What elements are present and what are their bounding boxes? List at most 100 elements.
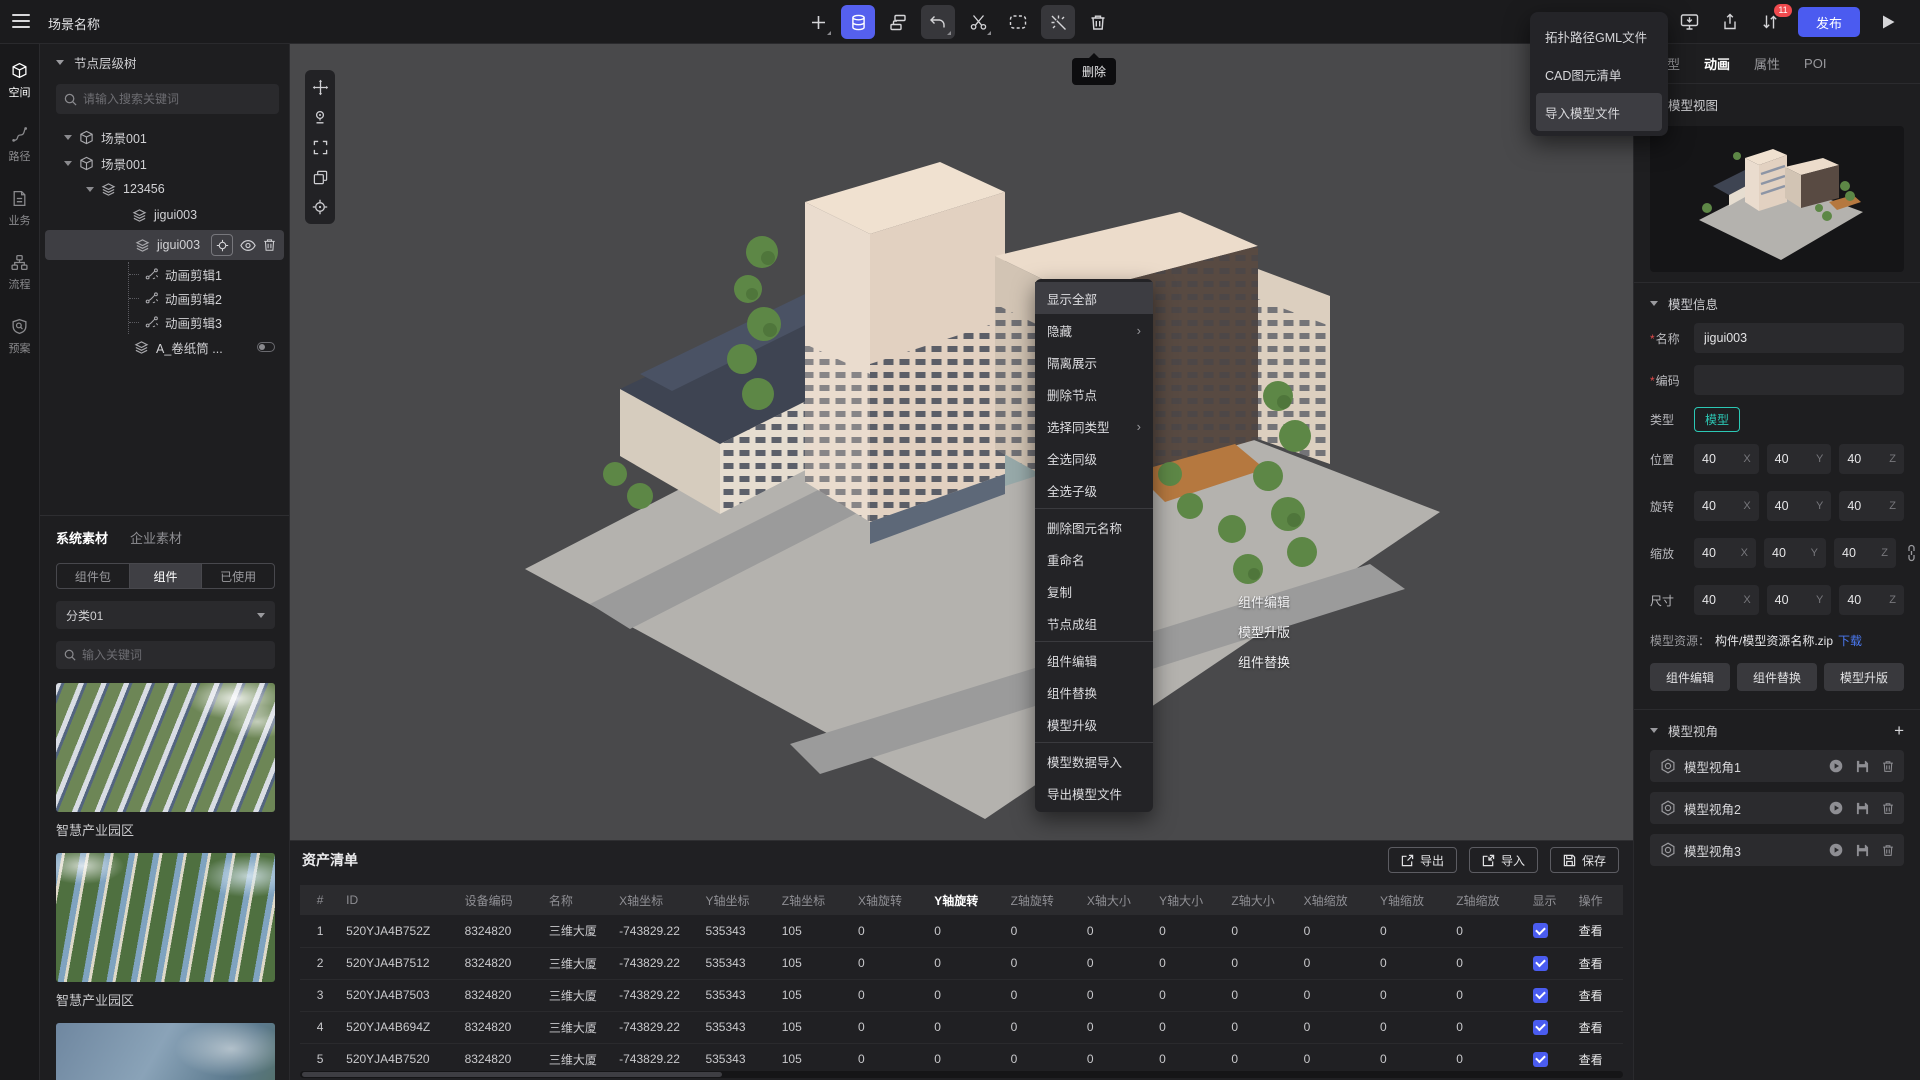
model-view-section-header[interactable]: 模型视图 xyxy=(1634,84,1920,124)
tree-node-model-selected[interactable]: jigui003 xyxy=(45,230,284,260)
play-view-icon[interactable] xyxy=(1829,843,1843,857)
tab-system-materials[interactable]: 系统素材 xyxy=(56,528,108,547)
size-x-input[interactable]: 40X xyxy=(1694,585,1759,615)
visibility-eye-icon[interactable] xyxy=(240,239,256,252)
visibility-checkbox[interactable] xyxy=(1533,923,1548,938)
add-button[interactable] xyxy=(801,5,835,39)
context-menu-item[interactable]: 重命名 xyxy=(1035,543,1153,575)
add-view-button[interactable]: + xyxy=(1894,722,1904,739)
position-z-input[interactable]: 40Z xyxy=(1839,444,1904,474)
tree-search-input[interactable] xyxy=(83,92,271,106)
position-y-input[interactable]: 40Y xyxy=(1767,444,1832,474)
play-view-icon[interactable] xyxy=(1829,759,1843,773)
size-y-input[interactable]: 40Y xyxy=(1767,585,1832,615)
duplicate-icon[interactable] xyxy=(308,165,332,189)
magic-wand-button[interactable] xyxy=(1041,5,1075,39)
export-button[interactable]: 导出 xyxy=(1388,847,1457,873)
segment-used[interactable]: 已使用 xyxy=(201,564,274,588)
import-button[interactable]: 导入 xyxy=(1469,847,1538,873)
context-menu-item[interactable]: 模型升级 xyxy=(1035,708,1153,740)
undo-button[interactable] xyxy=(921,5,955,39)
visibility-checkbox[interactable] xyxy=(1533,988,1548,1003)
tree-node-clip[interactable]: 动画剪辑2 xyxy=(129,286,289,310)
rotation-y-input[interactable]: 40Y xyxy=(1767,491,1832,521)
tree-node-model[interactable]: jigui003 xyxy=(40,202,289,228)
camera-focus-icon[interactable] xyxy=(308,105,332,129)
rotation-x-input[interactable]: 40X xyxy=(1694,491,1759,521)
overlay-component-replace[interactable]: 组件替换 xyxy=(1238,652,1290,671)
fullscreen-icon[interactable] xyxy=(308,135,332,159)
nav-item-plan[interactable]: 预案 xyxy=(9,318,31,356)
sync-transfer-icon[interactable]: 11 xyxy=(1758,10,1782,34)
locate-target-icon[interactable] xyxy=(308,195,332,219)
context-menu-item[interactable]: 删除图元名称 xyxy=(1035,511,1153,543)
tree-node-clip[interactable]: 动画剪辑1 xyxy=(129,262,289,286)
context-menu-item[interactable]: 删除节点 xyxy=(1035,378,1153,410)
share-export-icon[interactable] xyxy=(1718,10,1742,34)
position-x-input[interactable]: 40X xyxy=(1694,444,1759,474)
overlay-model-upgrade[interactable]: 模型升版 xyxy=(1238,622,1290,641)
tab-properties[interactable]: 属性 xyxy=(1754,54,1780,73)
expand-arrow-icon[interactable] xyxy=(64,161,72,166)
material-card[interactable]: 智慧产业园区 xyxy=(56,853,275,1009)
tree-node-clip[interactable]: 动画剪辑3 xyxy=(129,310,289,334)
delete-view-icon[interactable] xyxy=(1882,760,1894,773)
tree-header[interactable]: 节点层级树 xyxy=(40,44,289,80)
scrollbar-thumb[interactable] xyxy=(302,1072,722,1077)
move-tool-icon[interactable] xyxy=(308,75,332,99)
view-detail-link[interactable]: 查看 xyxy=(1579,1053,1603,1067)
nav-item-flow[interactable]: 流程 xyxy=(9,254,31,292)
delete-node-icon[interactable] xyxy=(263,238,276,252)
model-info-section-header[interactable]: 模型信息 xyxy=(1650,283,1904,323)
visibility-checkbox[interactable] xyxy=(1533,956,1548,971)
save-button[interactable]: 保存 xyxy=(1550,847,1619,873)
view-detail-link[interactable]: 查看 xyxy=(1579,957,1603,971)
download-link[interactable]: 下载 xyxy=(1838,632,1862,649)
rotation-z-input[interactable]: 40Z xyxy=(1839,491,1904,521)
locate-node-button[interactable] xyxy=(211,234,233,256)
tree-node-group[interactable]: 123456 xyxy=(40,176,289,202)
component-edit-button[interactable]: 组件编辑 xyxy=(1650,663,1730,691)
link-scale-icon[interactable] xyxy=(1906,544,1917,567)
context-menu-item[interactable]: 模型数据导入 xyxy=(1035,745,1153,777)
context-menu-item[interactable]: 导出模型文件 xyxy=(1035,777,1153,809)
delete-view-icon[interactable] xyxy=(1882,844,1894,857)
material-search[interactable] xyxy=(56,641,275,669)
model-upgrade-button[interactable]: 模型升版 xyxy=(1824,663,1904,691)
segment-component-pack[interactable]: 组件包 xyxy=(57,564,129,588)
overlay-component-edit[interactable]: 组件编辑 xyxy=(1238,592,1290,611)
screen-download-icon[interactable] xyxy=(1678,10,1702,34)
material-search-input[interactable] xyxy=(82,648,267,662)
scale-x-input[interactable]: 40X xyxy=(1694,538,1756,568)
nav-item-business[interactable]: 业务 xyxy=(9,190,31,228)
tab-animation[interactable]: 动画 xyxy=(1704,54,1730,73)
visibility-checkbox[interactable] xyxy=(1533,1020,1548,1035)
marquee-select-button[interactable] xyxy=(1001,5,1035,39)
delete-button[interactable] xyxy=(1081,5,1115,39)
context-menu-item[interactable]: 全选同级 xyxy=(1035,442,1153,474)
size-z-input[interactable]: 40Z xyxy=(1839,585,1904,615)
menu-item-gml[interactable]: 拓扑路径GML文件 xyxy=(1536,17,1662,55)
model-view-item[interactable]: 模型视角2 xyxy=(1650,792,1904,824)
code-input[interactable] xyxy=(1694,365,1904,395)
view-detail-link[interactable]: 查看 xyxy=(1579,924,1603,938)
node-toggle-switch[interactable] xyxy=(257,342,275,352)
expand-arrow-icon[interactable] xyxy=(86,187,94,192)
save-view-icon[interactable] xyxy=(1856,802,1869,815)
scale-y-input[interactable]: 40Y xyxy=(1764,538,1826,568)
tree-node-model[interactable]: A_卷纸筒 ... xyxy=(40,334,289,360)
menu-item-import-model[interactable]: 导入模型文件 xyxy=(1536,93,1662,131)
viewport-3d[interactable]: 组件编辑 模型升版 组件替换 显示全部隐藏›隔离展示删除节点选择同类型›全选同级… xyxy=(290,44,1633,840)
delete-view-icon[interactable] xyxy=(1882,802,1894,815)
context-menu-item[interactable]: 隐藏› xyxy=(1035,314,1153,346)
hamburger-menu-icon[interactable] xyxy=(12,13,32,31)
model-view-item[interactable]: 模型视角3 xyxy=(1650,834,1904,866)
segment-component[interactable]: 组件 xyxy=(129,564,202,588)
nav-item-path[interactable]: 路径 xyxy=(9,126,31,164)
model-view-item[interactable]: 模型视角1 xyxy=(1650,750,1904,782)
play-view-icon[interactable] xyxy=(1829,801,1843,815)
tree-search[interactable] xyxy=(56,84,279,114)
view-detail-link[interactable]: 查看 xyxy=(1579,989,1603,1003)
context-menu-item[interactable]: 复制 xyxy=(1035,575,1153,607)
category-select[interactable]: 分类01 xyxy=(56,601,275,629)
